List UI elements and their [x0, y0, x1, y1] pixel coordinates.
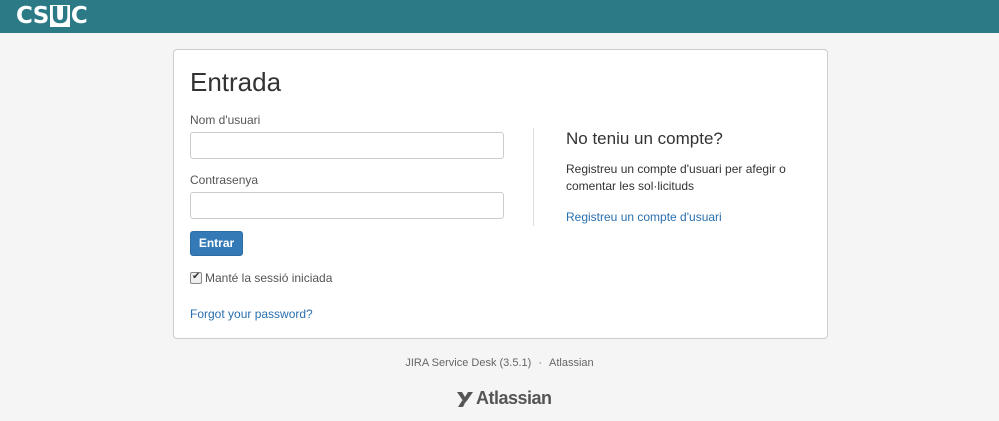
divider: [533, 128, 534, 226]
username-input[interactable]: [190, 132, 504, 159]
login-button[interactable]: Entrar: [190, 231, 243, 256]
footer-product: JIRA Service Desk (3.5.1): [405, 357, 532, 369]
atlassian-x-icon: [457, 391, 473, 407]
atlassian-logo-text: Atlassian: [476, 388, 552, 408]
footer-separator: ·: [538, 357, 542, 369]
page-title: Entrada: [190, 67, 282, 97]
footer: JIRA Service Desk (3.5.1) · Atlassian: [0, 357, 999, 369]
signup-title: No teniu un compte?: [566, 129, 723, 148]
register-link[interactable]: Registreu un compte d'usuari: [566, 210, 722, 224]
top-bar: CS U C: [0, 0, 999, 33]
username-label: Nom d'usuari: [190, 113, 261, 127]
logo-text-pre: CS: [16, 3, 49, 29]
remember-me-label: Manté la sessió iniciada: [205, 271, 333, 285]
remember-me: Manté la sessió iniciada: [190, 270, 333, 285]
login-panel: Entrada Nom d'usuari Contrasenya Entrar …: [173, 49, 828, 339]
signup-text: Registreu un compte d'usuari per afegir …: [566, 162, 786, 193]
logo-text-boxed: U: [49, 3, 70, 29]
remember-me-checkbox[interactable]: [190, 270, 202, 284]
csuc-logo[interactable]: CS U C: [16, 3, 88, 29]
password-input[interactable]: [190, 192, 504, 219]
password-label: Contrasenya: [190, 173, 259, 187]
footer-vendor-link[interactable]: Atlassian: [549, 357, 594, 369]
atlassian-logo[interactable]: Atlassian: [455, 388, 552, 409]
logo-text-post: C: [70, 3, 88, 29]
forgot-password-link[interactable]: Forgot your password?: [190, 307, 313, 321]
